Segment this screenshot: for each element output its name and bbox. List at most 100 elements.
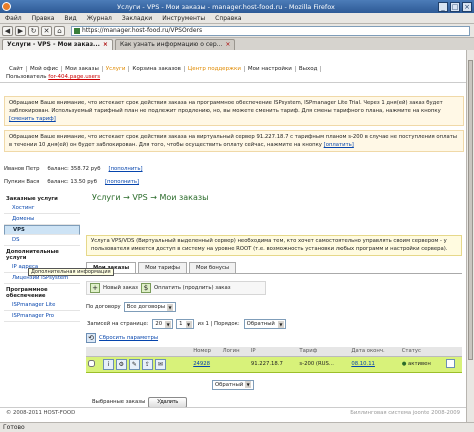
tab-my-bonuses[interactable]: Мои бонусы <box>188 262 237 273</box>
close-button[interactable]: × <box>462 1 472 12</box>
table-row[interactable]: i ⚙ ✎ ⇪ ✉ 24928 91.227.18.7 s-200 (RUS..… <box>86 356 462 373</box>
end-date-link[interactable]: 08.10.11 <box>351 361 375 367</box>
reset-icon[interactable]: ⟲ <box>86 333 96 343</box>
pay-link[interactable]: [оплатить] <box>324 142 354 148</box>
firefox-icon <box>2 2 11 11</box>
menu-file[interactable]: Файл <box>0 15 27 22</box>
nav-settings[interactable]: Мои настройки <box>245 66 296 72</box>
row-tariff: s-200 (RUS... <box>297 356 350 373</box>
sidebar-item-hosting[interactable]: Хостинг <box>4 203 80 214</box>
nav-office[interactable]: Мой офис <box>27 66 63 72</box>
stop-button[interactable]: ✕ <box>41 25 52 36</box>
col-checkbox <box>86 347 101 357</box>
edit-icon[interactable]: ✎ <box>128 358 140 370</box>
col-status[interactable]: Статус <box>399 347 445 357</box>
close-tab-icon[interactable]: × <box>225 40 230 50</box>
page-footer: © 2008-2011 HOST-FOOD Биллинговая систем… <box>0 407 466 419</box>
tab-my-tariffs[interactable]: Мои тарифы <box>138 262 187 273</box>
row-checkbox-cell <box>86 356 101 373</box>
orders-table: Номер Логин IP Тариф Дата оконч. Статус … <box>86 347 462 373</box>
contract-name: Пупкин Вася <box>4 179 40 185</box>
per-page-select[interactable]: 20 ▼ <box>152 319 174 329</box>
bottom-order-value: Обратный <box>215 381 244 388</box>
top-up-link[interactable]: [пополнить] <box>109 163 143 176</box>
col-number[interactable]: Номер <box>191 347 221 357</box>
reset-params-link[interactable]: Сбросить параметры <box>99 335 158 341</box>
balance-row: Пупкин Вася баланс: 13.50 руб [пополнить… <box>4 176 164 189</box>
balance-amount: баланс: 13.50 руб <box>47 179 97 185</box>
nav-support[interactable]: Центр поддержки <box>185 66 245 72</box>
back-button[interactable]: ◀ <box>2 25 13 36</box>
row-checkbox[interactable] <box>88 359 95 367</box>
forward-button[interactable]: ▶ <box>15 25 26 36</box>
minimize-button[interactable]: _ <box>438 1 448 12</box>
manage-icon[interactable]: ⚙ <box>115 358 127 370</box>
change-tariff-link[interactable]: [сменить тариф] <box>9 116 56 122</box>
col-ip[interactable]: IP <box>248 347 298 357</box>
menu-view[interactable]: Вид <box>59 15 81 22</box>
col-extra <box>444 347 462 357</box>
chevron-down-icon: ▼ <box>277 320 284 328</box>
pay-order-icon[interactable]: $ <box>140 283 151 293</box>
tab-server-info[interactable]: Как узнать информацию о сер... × <box>114 39 236 50</box>
order-select[interactable]: Обратный ▼ <box>243 319 286 329</box>
chevron-down-icon: ▼ <box>185 320 192 328</box>
notice-text: Обращаем Ваше внимание, что истекает сро… <box>9 134 457 148</box>
home-button[interactable]: ⌂ <box>54 25 65 36</box>
table-header-row: Номер Логин IP Тариф Дата оконч. Статус <box>86 347 462 357</box>
row-ip: 91.227.18.7 <box>248 356 298 373</box>
nav-my-orders[interactable]: Мои заказы <box>62 66 103 72</box>
order-number-link[interactable]: 24928 <box>193 361 210 367</box>
menu-bookmarks[interactable]: Закладки <box>117 15 157 22</box>
info-icon[interactable]: i <box>102 358 114 370</box>
scrollbar-thumb[interactable] <box>468 60 473 360</box>
contract-select[interactable]: Все договоры ▼ <box>123 302 177 312</box>
menu-help[interactable]: Справка <box>210 15 246 22</box>
filter-row: По договору Все договоры ▼ <box>86 302 462 312</box>
new-order-icon[interactable]: + <box>90 283 100 293</box>
notice-vps-expiry: Обращаем Ваше внимание, что истекает сро… <box>4 130 464 152</box>
sidebar-item-domains[interactable]: Домены <box>4 214 80 225</box>
new-order-button[interactable]: Новый заказ <box>103 285 138 291</box>
reload-button[interactable]: ↻ <box>28 25 39 36</box>
menu-history[interactable]: Журнал <box>82 15 117 22</box>
window-titlebar: Услуги - VPS - Мои заказы - manager.host… <box>0 0 474 13</box>
tab-label: Как узнать информацию о сер... <box>119 41 223 48</box>
tab-vps-orders[interactable]: Услуги - VPS - Мои заказ... × <box>2 39 113 50</box>
col-end-date[interactable]: Дата оконч. <box>349 347 400 357</box>
user-link[interactable]: for-404.page.users <box>48 74 100 80</box>
url-text[interactable]: https://manager.host-food.ru/VPSOrders <box>82 27 469 34</box>
col-login[interactable]: Логин <box>220 347 249 357</box>
reset-row: ⟲ Сбросить параметры <box>86 333 462 343</box>
menu-tools[interactable]: Инструменты <box>157 15 210 22</box>
menu-edit[interactable]: Правка <box>27 15 60 22</box>
extend-icon[interactable]: ⇪ <box>141 358 153 370</box>
service-description: Услуга VPS/VDS (Виртуальный выделенный с… <box>86 235 462 256</box>
bottom-order-select[interactable]: Обратный ▼ <box>212 379 255 390</box>
page-select[interactable]: 1 ▼ <box>176 319 194 329</box>
nav-services[interactable]: Услуги <box>103 66 130 72</box>
bulk-actions-row: Выбранные заказы Удалить <box>86 396 462 408</box>
chevron-down-icon: ▼ <box>167 303 174 311</box>
top-up-link[interactable]: [пополнить] <box>105 176 139 189</box>
sidebar-item-ds[interactable]: DS <box>4 235 80 246</box>
delete-button[interactable]: Удалить <box>148 396 188 408</box>
sidebar-heading: Дополнительные услуги <box>6 249 59 261</box>
col-tariff[interactable]: Тариф <box>297 347 350 357</box>
mail-icon[interactable]: ✉ <box>154 358 166 370</box>
maximize-button[interactable]: □ <box>450 1 460 12</box>
notice-license-expiry: Обращаем Ваше внимание, что истекает сро… <box>4 96 464 126</box>
sidebar-heading: Программное обеспечение <box>6 287 48 299</box>
url-bar[interactable]: https://manager.host-food.ru/VPSOrders <box>71 25 470 36</box>
nav-cart[interactable]: Корзина заказов <box>129 66 185 72</box>
filter-label: По договору <box>86 304 121 310</box>
nav-logout[interactable]: Выход <box>296 66 322 72</box>
pay-order-button[interactable]: Оплатить (продлить) заказ <box>154 285 231 291</box>
sidebar-item-ispmanager-pro[interactable]: ISPmanager Pro <box>4 311 80 322</box>
close-tab-icon[interactable]: × <box>103 40 108 50</box>
history-icon[interactable] <box>446 358 456 368</box>
sidebar-item-vps[interactable]: VPS <box>4 225 80 235</box>
sidebar-item-ispmanager-lite[interactable]: ISPmanager Lite <box>4 300 80 311</box>
nav-site[interactable]: Сайт <box>6 66 27 72</box>
vertical-scrollbar[interactable] <box>466 50 474 422</box>
